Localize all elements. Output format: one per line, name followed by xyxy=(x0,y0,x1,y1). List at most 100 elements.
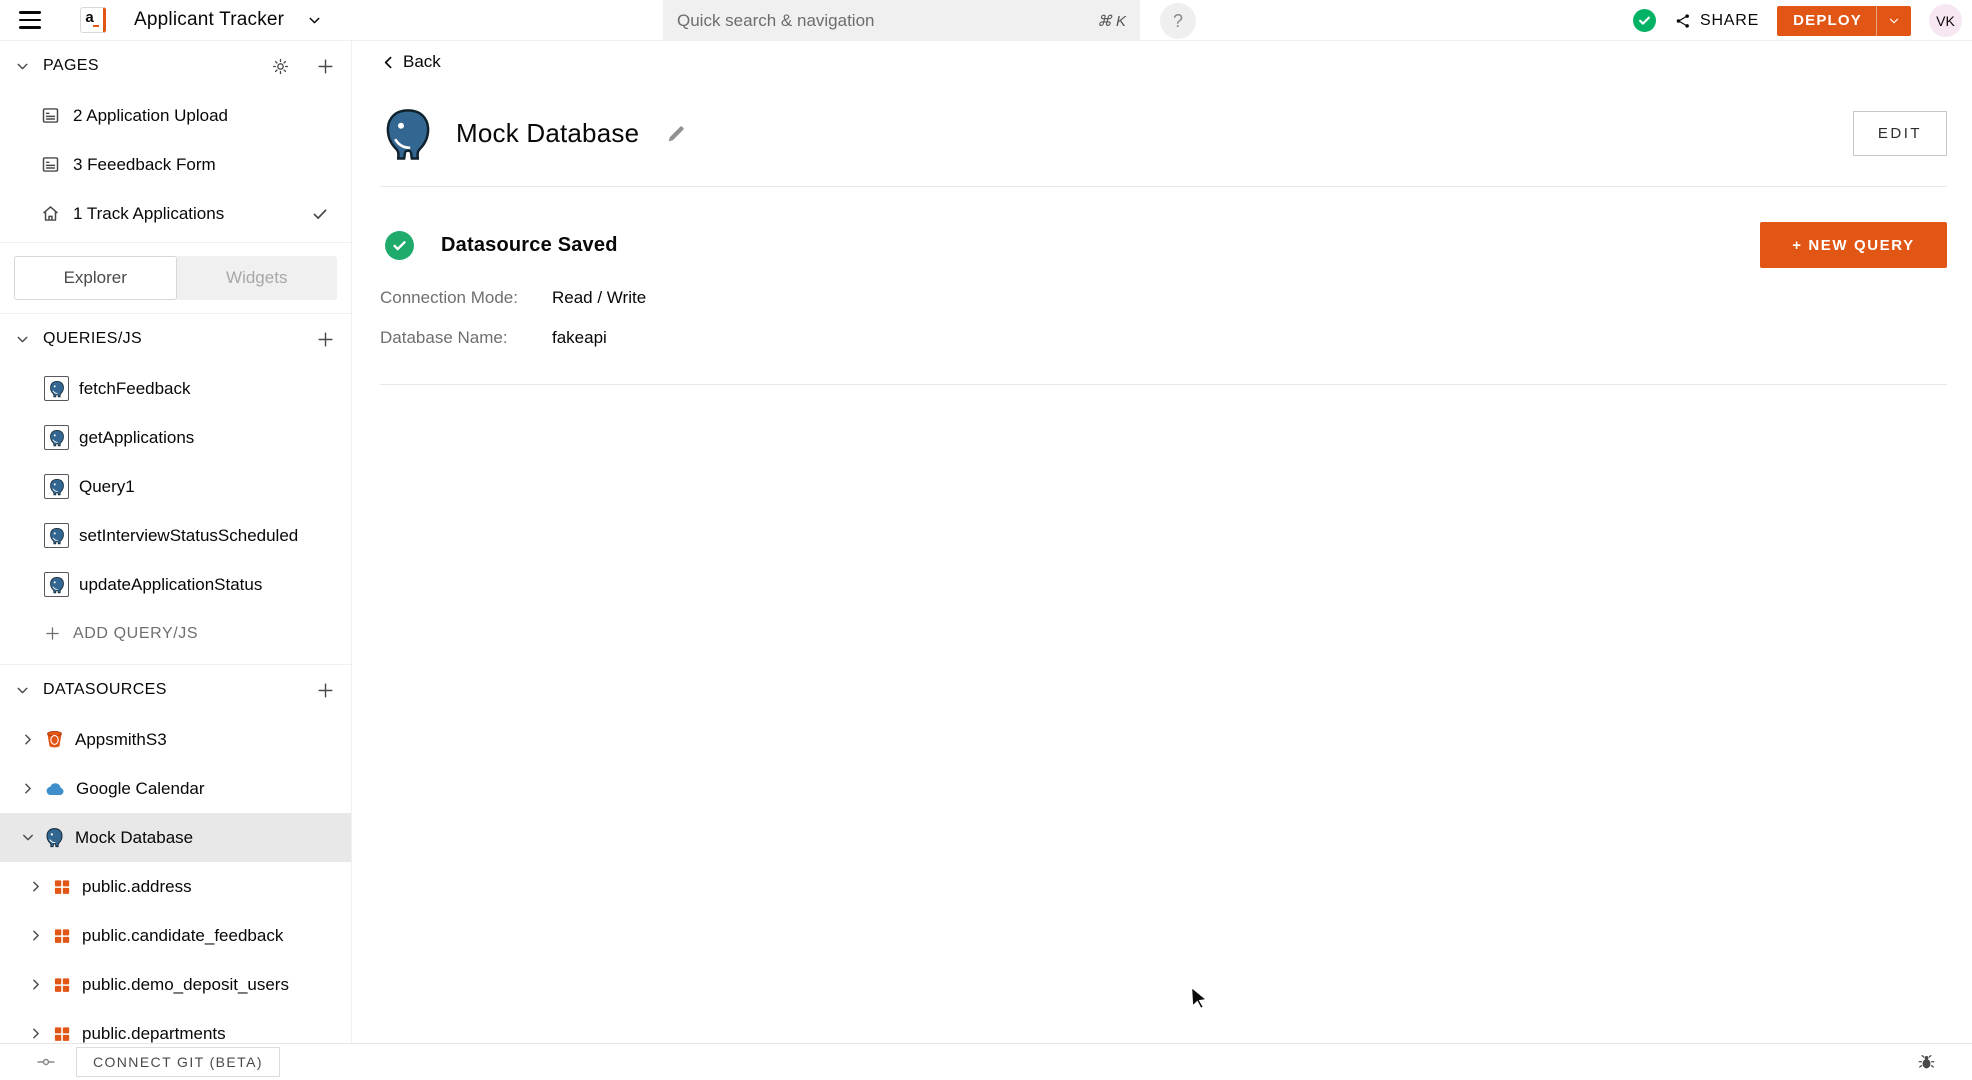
deploy-options-caret[interactable] xyxy=(1876,5,1911,36)
hamburger-menu-icon[interactable] xyxy=(16,9,44,31)
postgres-icon xyxy=(44,572,69,597)
chevron-down-icon[interactable] xyxy=(14,331,31,348)
logo-underscore xyxy=(93,24,99,27)
sidebar-item-datasource-google-calendar[interactable]: Google Calendar xyxy=(0,764,351,813)
add-query-js-label: ADD QUERY/JS xyxy=(73,624,199,642)
queries-section-header[interactable]: QUERIES/JS xyxy=(0,314,351,364)
table-label: public.address xyxy=(82,876,192,896)
table-icon xyxy=(52,877,72,897)
rename-pencil-icon[interactable] xyxy=(665,123,687,145)
database-name-label: Database Name: xyxy=(380,328,508,347)
user-avatar[interactable]: VK xyxy=(1929,4,1962,37)
sidebar-item-page-application-upload[interactable]: 2 Application Upload xyxy=(0,91,351,140)
table-label: public.candidate_feedback xyxy=(82,925,284,945)
divider xyxy=(380,186,1947,187)
sidebar-item-page-feedback-form[interactable]: 3 Feeedback Form xyxy=(0,140,351,189)
page-icon xyxy=(40,105,61,126)
back-button[interactable]: Back xyxy=(380,52,441,72)
chevron-down-icon xyxy=(1887,14,1901,28)
query-label: fetchFeedback xyxy=(79,378,191,398)
datasource-detail-panel: Back Mock Database EDIT Datasource Saved… xyxy=(352,41,1972,1043)
query-label: Query1 xyxy=(79,476,135,496)
sidebar-item-query-fetchfeedback[interactable]: fetchFeedback xyxy=(0,364,351,413)
search-shortcut-hint: ⌘ K xyxy=(1096,12,1126,30)
pages-header-label: PAGES xyxy=(43,57,99,74)
new-query-button[interactable]: + NEW QUERY xyxy=(1760,222,1947,268)
chevron-down-icon[interactable] xyxy=(306,12,323,29)
chevron-right-icon[interactable] xyxy=(26,1025,46,1042)
table-label: public.demo_deposit_users xyxy=(82,974,289,994)
sidebar-item-datasource-appsmiths3[interactable]: AppsmithS3 xyxy=(0,715,351,764)
add-datasource-icon[interactable] xyxy=(316,681,335,700)
sidebar-item-query-setinterviewstatusscheduled[interactable]: setInterviewStatusScheduled xyxy=(0,511,351,560)
plus-icon xyxy=(44,625,61,642)
status-bar: CONNECT GIT (BETA) xyxy=(0,1043,1972,1080)
connect-git-button[interactable]: CONNECT GIT (BETA) xyxy=(76,1047,280,1077)
table-label: public.departments xyxy=(82,1023,226,1043)
s3-icon xyxy=(44,729,65,750)
sidebar-item-table-public-candidate-feedback[interactable]: public.candidate_feedback xyxy=(0,911,351,960)
postgres-icon xyxy=(44,376,69,401)
chevron-right-icon[interactable] xyxy=(26,976,46,993)
share-label: SHARE xyxy=(1699,11,1760,29)
check-icon xyxy=(391,237,408,254)
chevron-right-icon[interactable] xyxy=(26,927,46,944)
datasource-saved-label: Datasource Saved xyxy=(441,233,618,256)
edit-datasource-button[interactable]: EDIT xyxy=(1853,111,1947,156)
datasource-saved-check xyxy=(385,230,414,260)
pages-settings-gear-icon[interactable] xyxy=(271,57,290,76)
query-label: setInterviewStatusScheduled xyxy=(79,525,299,545)
chevron-down-icon[interactable] xyxy=(14,682,31,699)
postgres-icon xyxy=(44,425,69,450)
database-name-value: fakeapi xyxy=(552,328,607,347)
sidebar-item-query-getapplications[interactable]: getApplications xyxy=(0,413,351,462)
add-page-icon[interactable] xyxy=(316,57,335,76)
share-button[interactable]: SHARE xyxy=(1674,12,1759,30)
back-label: Back xyxy=(403,52,441,71)
explorer-sidebar: PAGES 2 Application Upload 3 Feeedback F… xyxy=(0,41,352,1043)
datasources-section-header[interactable]: DATASOURCES xyxy=(0,665,351,715)
sidebar-tabstrip: Explorer Widgets xyxy=(0,242,351,314)
deploy-label: DEPLOY xyxy=(1793,12,1862,29)
database-name-row: Database Name: fakeapi xyxy=(380,328,1947,348)
deploy-button[interactable]: DEPLOY xyxy=(1777,5,1911,36)
postgres-icon xyxy=(44,827,65,848)
postgres-icon xyxy=(44,474,69,499)
debug-bug-icon[interactable] xyxy=(1917,1053,1936,1072)
pages-section-header[interactable]: PAGES xyxy=(0,41,351,91)
cloud-icon xyxy=(44,778,66,800)
add-query-icon[interactable] xyxy=(316,330,335,349)
share-icon xyxy=(1674,12,1692,30)
sidebar-item-table-public-departments[interactable]: public.departments xyxy=(0,1009,351,1043)
postgres-icon xyxy=(44,523,69,548)
sidebar-item-query-updateapplicationstatus[interactable]: updateApplicationStatus xyxy=(0,560,351,609)
chevron-right-icon[interactable] xyxy=(18,780,38,797)
sidebar-item-query-query1[interactable]: Query1 xyxy=(0,462,351,511)
quick-search-input[interactable]: Quick search & navigation ⌘ K xyxy=(663,0,1140,41)
table-icon xyxy=(52,926,72,946)
page-label: 1 Track Applications xyxy=(73,203,225,223)
page-icon xyxy=(40,154,61,175)
chevron-right-icon[interactable] xyxy=(18,731,38,748)
chevron-down-icon[interactable] xyxy=(18,829,38,846)
chevron-right-icon[interactable] xyxy=(26,878,46,895)
help-button[interactable]: ? xyxy=(1160,3,1196,39)
top-bar: a Applicant Tracker Quick search & navig… xyxy=(0,0,1972,41)
add-query-js-button[interactable]: ADD QUERY/JS xyxy=(0,609,351,658)
queries-header-label: QUERIES/JS xyxy=(43,330,143,347)
connection-mode-label: Connection Mode: xyxy=(380,288,518,307)
connection-mode-row: Connection Mode: Read / Write xyxy=(380,288,1947,308)
tab-widgets[interactable]: Widgets xyxy=(177,256,338,300)
sidebar-item-page-track-applications[interactable]: 1 Track Applications xyxy=(0,189,351,238)
appsmith-logo[interactable]: a xyxy=(80,7,106,33)
table-icon xyxy=(52,975,72,995)
git-branch-icon xyxy=(36,1052,56,1072)
app-title[interactable]: Applicant Tracker xyxy=(134,9,284,31)
sidebar-item-datasource-mock-database[interactable]: Mock Database xyxy=(0,813,351,862)
sidebar-item-table-public-address[interactable]: public.address xyxy=(0,862,351,911)
chevron-down-icon[interactable] xyxy=(14,58,31,75)
sidebar-item-table-public-demo-deposit-users[interactable]: public.demo_deposit_users xyxy=(0,960,351,1009)
page-label: 2 Application Upload xyxy=(73,105,229,125)
tab-explorer[interactable]: Explorer xyxy=(14,256,177,300)
active-page-check-icon xyxy=(311,205,329,223)
